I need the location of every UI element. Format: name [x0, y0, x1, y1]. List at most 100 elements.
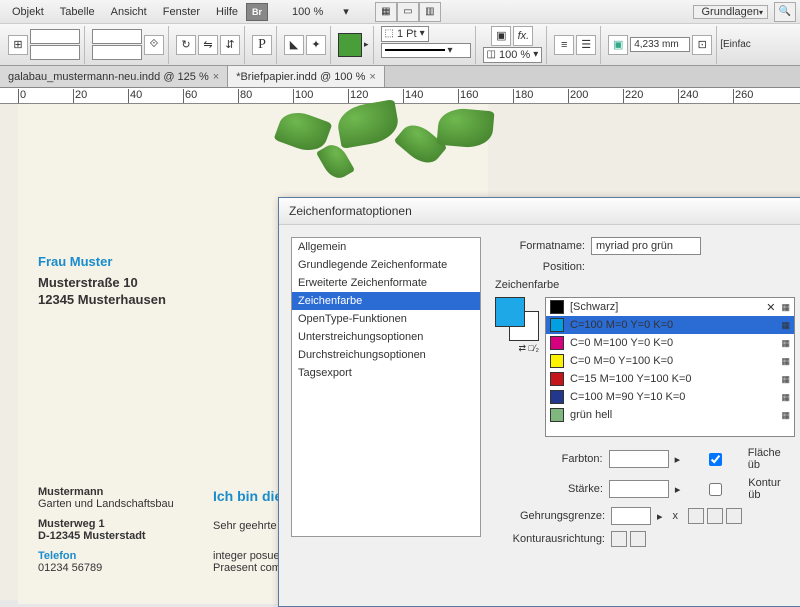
opacity-field[interactable]: ◫ 100 % ▾	[483, 47, 543, 63]
zoom-dropdown-icon[interactable]: ▾	[335, 5, 357, 18]
category-item[interactable]: Durchstreichungsoptionen	[292, 346, 480, 364]
color-row[interactable]: C=0 M=100 Y=0 K=0▦	[546, 334, 794, 352]
join-bevel-icon[interactable]	[726, 508, 742, 524]
category-list[interactable]: AllgemeinGrundlegende ZeichenformateErwe…	[291, 237, 481, 537]
recipient-name: Frau Muster	[38, 254, 166, 269]
bridge-icon[interactable]: Br	[246, 3, 268, 21]
ref-point-icon[interactable]: ⊞	[8, 35, 28, 55]
footer-block: Mustermann Garten und Landschaftsbau Mus…	[38, 486, 174, 574]
category-item[interactable]: Allgemein	[292, 238, 480, 256]
para-icon[interactable]: P	[252, 35, 272, 55]
formatname-input[interactable]	[591, 237, 701, 255]
flip-v-icon[interactable]: ⇵	[220, 35, 240, 55]
category-item[interactable]: Grundlegende Zeichenformate	[292, 256, 480, 274]
join-round-icon[interactable]	[707, 508, 723, 524]
w-field[interactable]	[92, 29, 142, 44]
flip-h-icon[interactable]: ⇋	[198, 35, 218, 55]
workspace-selector[interactable]: Grundlagen	[693, 5, 769, 19]
menu-tabelle[interactable]: Tabelle	[52, 6, 103, 18]
frame-fit-icon[interactable]: ▣	[608, 35, 628, 55]
sender-name: Mustermann	[38, 486, 174, 498]
section-label: Zeichenfarbe	[495, 279, 795, 291]
staerke-input[interactable]	[609, 480, 669, 498]
color-row[interactable]: grün hell▦	[546, 406, 794, 424]
color-row[interactable]: C=100 M=0 Y=0 K=0▦	[546, 316, 794, 334]
stepper-icon[interactable]: ▸	[657, 510, 663, 523]
constrain-icon[interactable]: ⟐	[144, 35, 164, 55]
corner-icon[interactable]: ◣	[284, 35, 304, 55]
y-field[interactable]	[30, 45, 80, 60]
category-item[interactable]: Erweiterte Zeichenformate	[292, 274, 480, 292]
stepper-icon[interactable]: ▸	[675, 483, 681, 496]
einfach-label: [Einfac	[720, 39, 751, 50]
align2-icon[interactable]: ☰	[576, 35, 596, 55]
menu-hilfe[interactable]: Hilfe	[208, 6, 246, 18]
stroke-style-field[interactable]: ▾	[381, 43, 471, 58]
measure-field[interactable]	[630, 37, 690, 52]
tab-briefpapier[interactable]: *Briefpapier.indd @ 100 %×	[228, 66, 385, 87]
menu-ansicht[interactable]: Ansicht	[103, 6, 155, 18]
gehrung-label: Gehrungsgrenze:	[495, 510, 605, 522]
screen-mode-icon[interactable]: ▭	[397, 2, 419, 22]
color-preview[interactable]	[495, 297, 539, 341]
farbton-input[interactable]	[609, 450, 669, 468]
control-panel: ⊞ ⟐ ↻ ⇋ ⇵ P ◣ ✦ ▸ ⬚ 1 Pt ▾ ▾ ▣fx. ◫ 100 …	[0, 24, 800, 66]
h-field[interactable]	[92, 45, 142, 60]
leaves-decoration	[238, 104, 538, 204]
color-row[interactable]: C=0 M=0 Y=100 K=0▦	[546, 352, 794, 370]
tel-label: Telefon	[38, 550, 174, 562]
flaeche-checkbox[interactable]	[686, 453, 745, 466]
dialog-title: Zeichenformatoptionen	[279, 198, 800, 225]
rotate-icon[interactable]: ↻	[176, 35, 196, 55]
menubar: Objekt Tabelle Ansicht Fenster Hilfe Br …	[0, 0, 800, 24]
position-label: Position:	[495, 261, 585, 273]
x-field[interactable]	[30, 29, 80, 44]
category-item[interactable]: Zeichenfarbe	[292, 292, 480, 310]
view-mode-icon[interactable]: ▦	[375, 2, 397, 22]
join-miter-icon[interactable]	[688, 508, 704, 524]
document-tabs: galabau_mustermann-neu.indd @ 125 %× *Br…	[0, 66, 800, 88]
menu-fenster[interactable]: Fenster	[155, 6, 208, 18]
align-center-icon[interactable]	[611, 531, 627, 547]
dropdown-icon[interactable]: ▸	[675, 453, 681, 466]
fx-icon[interactable]: fx.	[513, 26, 533, 46]
fit-icon[interactable]: ⊡	[692, 35, 712, 55]
kontur-label: Kontur üb	[748, 477, 795, 501]
tab-galabau[interactable]: galabau_mustermann-neu.indd @ 125 %×	[0, 66, 228, 87]
color-row[interactable]: [Schwarz]✕▦	[546, 298, 794, 316]
stroke-weight-field[interactable]: ⬚ 1 Pt ▾	[381, 26, 429, 42]
fill-swatch[interactable]	[338, 33, 362, 57]
staerke-label: Stärke:	[495, 483, 603, 495]
color-row[interactable]: C=100 M=90 Y=10 K=0▦	[546, 388, 794, 406]
sender-street: Musterweg 1	[38, 518, 174, 530]
color-row[interactable]: C=15 M=100 Y=100 K=0▦	[546, 370, 794, 388]
x-label: x	[673, 510, 679, 522]
close-icon[interactable]: ×	[369, 71, 375, 83]
align-inside-icon[interactable]	[630, 531, 646, 547]
sender-city: D-12345 Musterstadt	[38, 530, 174, 542]
menu-objekt[interactable]: Objekt	[4, 6, 52, 18]
zoom-value[interactable]: 100 %	[284, 6, 331, 18]
swatch-arrow-icon[interactable]: ▸	[364, 39, 369, 50]
category-item[interactable]: OpenType-Funktionen	[292, 310, 480, 328]
horizontal-ruler: 020406080100120140160180200220240260	[0, 88, 800, 104]
wrap-icon[interactable]: ▣	[491, 26, 511, 46]
close-icon[interactable]: ×	[213, 71, 219, 83]
search-icon[interactable]: 🔍	[774, 2, 796, 22]
color-list[interactable]: [Schwarz]✕▦C=100 M=0 Y=0 K=0▦C=0 M=100 Y…	[545, 297, 795, 437]
align1-icon[interactable]: ≡	[554, 35, 574, 55]
farbton-label: Farbton:	[495, 453, 603, 465]
tel-number: 01234 56789	[38, 562, 174, 574]
swap-icon[interactable]: ⇄ □⁄₂	[495, 343, 539, 354]
effects-icon[interactable]: ✦	[306, 35, 326, 55]
kontur-checkbox[interactable]	[686, 483, 745, 496]
category-item[interactable]: Tagsexport	[292, 364, 480, 382]
category-item[interactable]: Unterstreichungsoptionen	[292, 328, 480, 346]
arrange-icon[interactable]: ▥	[419, 2, 441, 22]
character-style-dialog: Zeichenformatoptionen AllgemeinGrundlege…	[278, 197, 800, 607]
gehrung-input[interactable]	[611, 507, 651, 525]
flaeche-label: Fläche üb	[748, 447, 795, 471]
address-block: Frau Muster Musterstraße 10 12345 Muster…	[38, 254, 166, 309]
konturausrichtung-label: Konturausrichtung:	[495, 533, 605, 545]
sender-sub: Garten und Landschaftsbau	[38, 498, 174, 510]
